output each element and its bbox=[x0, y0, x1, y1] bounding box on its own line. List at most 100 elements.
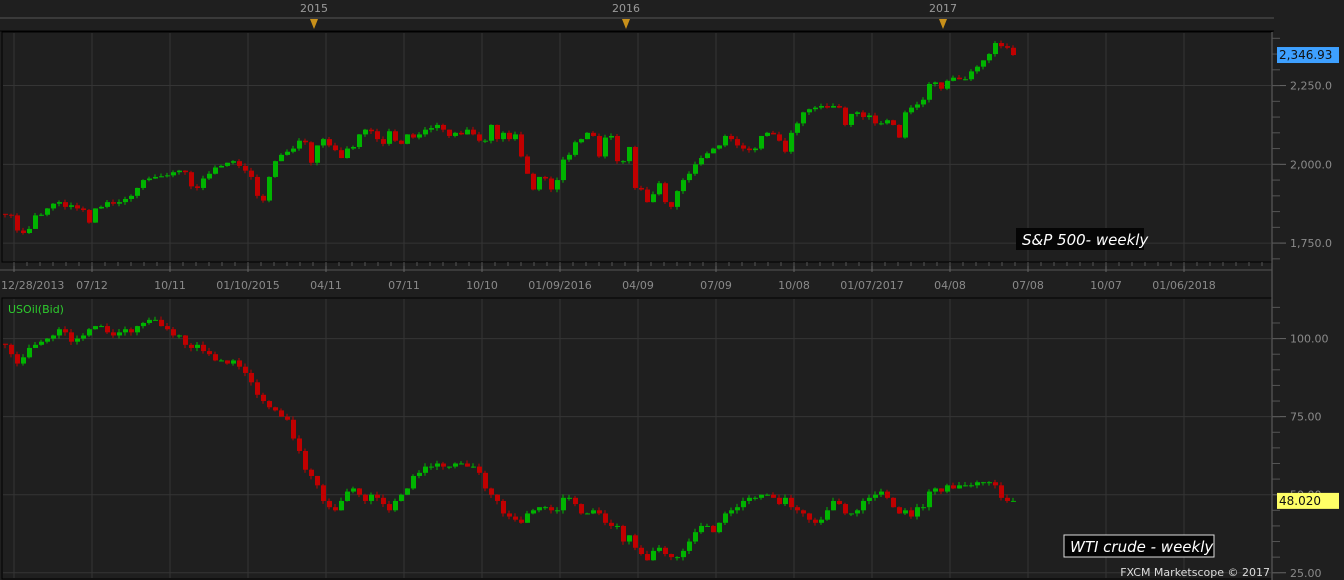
candle[interactable] bbox=[33, 213, 38, 230]
candle-body bbox=[159, 176, 164, 178]
candle[interactable] bbox=[633, 145, 638, 190]
price-tick-label: 1,750.0 bbox=[1290, 237, 1332, 250]
candle[interactable] bbox=[531, 172, 536, 191]
candle-body bbox=[81, 335, 86, 339]
candle[interactable] bbox=[87, 209, 92, 224]
candle-body bbox=[477, 134, 482, 141]
candle[interactable] bbox=[945, 79, 950, 91]
candle[interactable] bbox=[537, 176, 542, 192]
candle[interactable] bbox=[927, 82, 932, 103]
candle-body bbox=[765, 494, 770, 496]
candle[interactable] bbox=[411, 474, 416, 490]
candle-body bbox=[909, 107, 914, 113]
candle[interactable] bbox=[633, 533, 638, 551]
candle-body bbox=[597, 135, 602, 157]
candle-body bbox=[423, 466, 428, 473]
candle-body bbox=[993, 482, 998, 486]
candle[interactable] bbox=[897, 124, 902, 138]
date-tick-label: 07/12 bbox=[76, 279, 108, 292]
last-price-label: 2,346.93 bbox=[1279, 48, 1332, 62]
candle[interactable] bbox=[843, 502, 848, 516]
candle-body bbox=[735, 507, 740, 511]
candle[interactable] bbox=[573, 140, 578, 157]
candle-body bbox=[375, 131, 380, 140]
candle[interactable] bbox=[519, 131, 524, 158]
candle-body bbox=[57, 329, 62, 336]
candle[interactable] bbox=[399, 493, 404, 502]
candle-body bbox=[231, 161, 236, 163]
candle-body bbox=[27, 347, 32, 358]
candle-body bbox=[3, 343, 8, 345]
candle-body bbox=[45, 208, 50, 215]
candle[interactable] bbox=[357, 133, 362, 150]
candle-body bbox=[477, 466, 482, 473]
candle-body bbox=[561, 497, 566, 511]
candle[interactable] bbox=[15, 213, 20, 233]
candle[interactable] bbox=[189, 170, 194, 190]
candle[interactable] bbox=[675, 190, 680, 210]
candle[interactable] bbox=[405, 134, 410, 145]
candle[interactable] bbox=[315, 145, 320, 166]
candle-body bbox=[411, 475, 416, 489]
candle[interactable] bbox=[843, 106, 848, 127]
candle[interactable] bbox=[405, 488, 410, 496]
candle[interactable] bbox=[387, 128, 392, 146]
candle[interactable] bbox=[723, 134, 728, 148]
candle[interactable] bbox=[603, 134, 608, 159]
candle-body bbox=[393, 131, 398, 141]
candle-body bbox=[141, 180, 146, 188]
candle[interactable] bbox=[561, 156, 566, 183]
candle[interactable] bbox=[483, 470, 488, 492]
candle-body bbox=[267, 176, 272, 201]
candle-body bbox=[363, 494, 368, 501]
candle[interactable] bbox=[711, 147, 716, 154]
candle[interactable] bbox=[303, 448, 308, 473]
candle-body bbox=[417, 134, 422, 138]
candle[interactable] bbox=[597, 133, 602, 158]
candle[interactable] bbox=[291, 416, 296, 441]
candle-body bbox=[273, 407, 278, 411]
candle[interactable] bbox=[273, 160, 278, 178]
candle[interactable] bbox=[525, 154, 530, 174]
candle[interactable] bbox=[579, 503, 584, 515]
candle[interactable] bbox=[627, 146, 632, 164]
candle-body bbox=[99, 326, 104, 328]
candle[interactable] bbox=[717, 522, 722, 534]
candle-body bbox=[843, 107, 848, 125]
candle-body bbox=[813, 107, 818, 110]
candle[interactable] bbox=[393, 129, 398, 142]
candle[interactable] bbox=[897, 506, 902, 514]
candle[interactable] bbox=[903, 110, 908, 139]
candle-body bbox=[915, 507, 920, 517]
candle-body bbox=[207, 173, 212, 179]
candle[interactable] bbox=[585, 132, 590, 140]
candle-body bbox=[237, 161, 242, 166]
candle-body bbox=[903, 112, 908, 138]
candle[interactable] bbox=[615, 134, 620, 164]
candle[interactable] bbox=[789, 130, 794, 154]
price-tick-label: 100.00 bbox=[1290, 333, 1329, 346]
candle[interactable] bbox=[711, 524, 716, 533]
candle[interactable] bbox=[93, 325, 98, 330]
candle[interactable] bbox=[891, 119, 896, 126]
candle[interactable] bbox=[255, 174, 260, 199]
candle-body bbox=[603, 137, 608, 157]
candle-body bbox=[909, 510, 914, 517]
candle-body bbox=[789, 497, 794, 508]
candle[interactable] bbox=[891, 497, 896, 508]
candle-body bbox=[543, 176, 548, 179]
candle[interactable] bbox=[759, 135, 764, 151]
candle-body bbox=[297, 438, 302, 451]
candle[interactable] bbox=[489, 124, 494, 144]
candle[interactable] bbox=[663, 181, 668, 205]
candle-body bbox=[621, 525, 626, 542]
candle[interactable] bbox=[321, 483, 326, 504]
candle-body bbox=[81, 208, 86, 211]
candle-body bbox=[879, 491, 884, 495]
candle[interactable] bbox=[93, 208, 98, 223]
candle-body bbox=[177, 170, 182, 173]
candle-body bbox=[825, 106, 830, 108]
candle[interactable] bbox=[267, 176, 272, 203]
candle[interactable] bbox=[309, 141, 314, 166]
candle-body bbox=[849, 513, 854, 515]
